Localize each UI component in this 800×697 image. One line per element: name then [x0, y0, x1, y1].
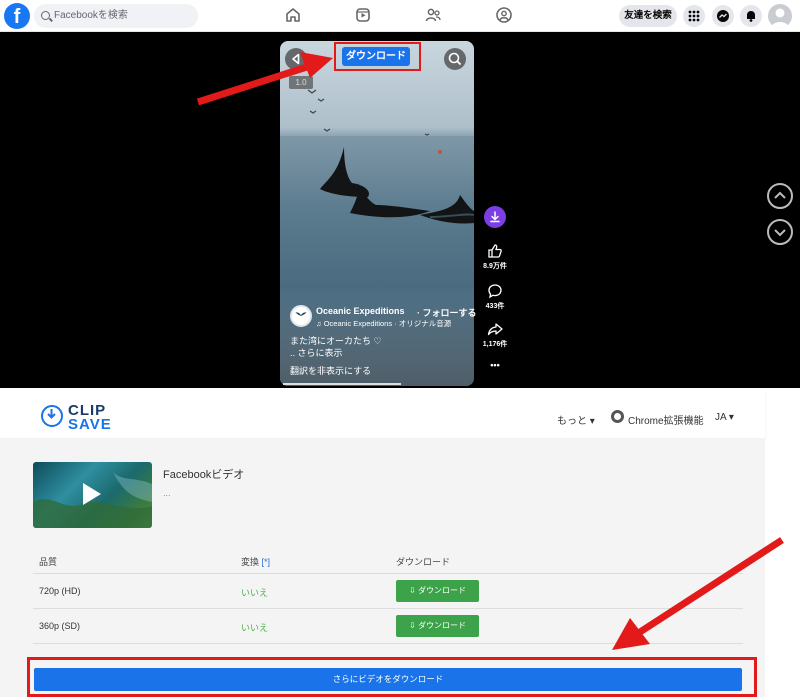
arrow-to-download-button	[196, 52, 333, 106]
screenshot-root: f Facebookを検索 友達を検索 1.0 ダウンロード 8.9万件 433…	[0, 0, 800, 697]
arrow-to-more-button	[612, 537, 784, 650]
annotation-arrows	[196, 52, 784, 650]
